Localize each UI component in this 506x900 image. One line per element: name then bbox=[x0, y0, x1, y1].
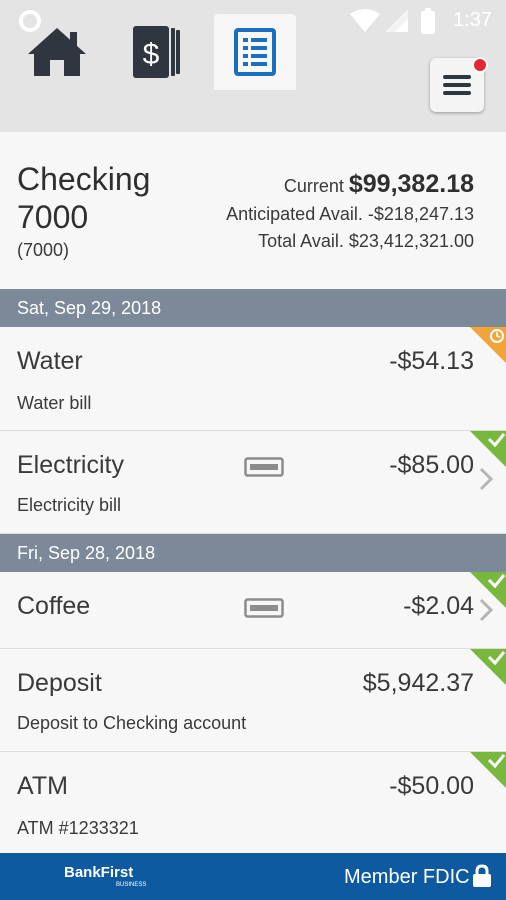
card-icon bbox=[244, 457, 284, 477]
transaction-title: Electricity bbox=[17, 451, 124, 479]
card-icon bbox=[244, 598, 284, 618]
current-balance: Current $99,382.18 bbox=[284, 170, 474, 199]
bank-logo-sub: BUSINESS bbox=[116, 882, 147, 888]
transaction-title: ATM bbox=[17, 772, 68, 800]
transaction-row-deposit[interactable]: Deposit $5,942.37 Deposit to Checking ac… bbox=[0, 649, 506, 752]
cleared-check-icon bbox=[470, 572, 506, 608]
cleared-check-icon bbox=[470, 649, 506, 685]
total-balance: Total Avail. $23,412,321.00 bbox=[258, 231, 474, 251]
transaction-amount: -$85.00 bbox=[389, 451, 474, 479]
transaction-amount: -$2.04 bbox=[403, 592, 474, 620]
notification-badge bbox=[472, 57, 488, 73]
transaction-description: Water bill bbox=[17, 393, 92, 413]
svg-text:$: $ bbox=[143, 38, 160, 71]
transaction-row-water[interactable]: Water -$54.13 Water bill bbox=[0, 327, 506, 431]
cleared-check-icon bbox=[470, 431, 506, 467]
signal-icon bbox=[385, 9, 408, 32]
transaction-title: Coffee bbox=[17, 592, 91, 620]
status-time: 1:37 bbox=[453, 9, 492, 31]
hamburger-menu-icon bbox=[443, 75, 471, 95]
transaction-description: Electricity bill bbox=[17, 495, 122, 515]
transaction-description: ATM #1233321 bbox=[17, 818, 139, 838]
transaction-title: Deposit bbox=[17, 669, 102, 697]
current-balance-label: Current bbox=[283, 176, 344, 196]
current-balance-value: $99,382.18 bbox=[348, 170, 474, 198]
transaction-row-coffee[interactable]: Coffee -$2.04 bbox=[0, 572, 506, 649]
account-number: (7000) bbox=[17, 240, 70, 260]
chevron-right-icon bbox=[479, 467, 493, 491]
statement-icon bbox=[234, 28, 276, 76]
transaction-amount: -$50.00 bbox=[389, 772, 474, 800]
pending-clock-icon bbox=[470, 327, 506, 363]
transaction-description: Deposit to Checking account bbox=[17, 713, 247, 733]
anticipated-balance: Anticipated Avail. -$218,247.13 bbox=[226, 204, 474, 224]
home-icon bbox=[28, 28, 86, 76]
account-name: Checking 7000 bbox=[17, 161, 151, 235]
transaction-title: Water bbox=[17, 347, 83, 375]
bank-logo: BankFirst bbox=[64, 864, 134, 881]
transaction-row-atm[interactable]: ATM -$50.00 ATM #1233321 bbox=[0, 752, 506, 853]
transaction-amount: -$54.13 bbox=[389, 347, 474, 375]
tab-money[interactable]: $ bbox=[115, 14, 197, 90]
date-header: Fri, Sep 28, 2018 bbox=[0, 534, 506, 572]
tab-statement[interactable] bbox=[214, 14, 296, 90]
tab-home[interactable] bbox=[16, 14, 98, 90]
member-fdic: Member FDIC bbox=[344, 866, 470, 888]
dollar-icon: $ bbox=[133, 26, 180, 78]
transaction-amount: $5,942.37 bbox=[362, 669, 474, 697]
battery-icon bbox=[421, 8, 435, 34]
footer: BankFirst BUSINESS Member FDIC bbox=[0, 853, 506, 900]
date-header: Sat, Sep 29, 2018 bbox=[0, 289, 506, 327]
transaction-row-electricity[interactable]: Electricity -$85.00 Electricity bill bbox=[0, 431, 506, 534]
cleared-check-icon bbox=[470, 752, 506, 788]
wifi-icon bbox=[350, 9, 380, 32]
lock-icon bbox=[473, 864, 491, 887]
account-summary: Checking 7000 (7000) Current $99,382.18 … bbox=[0, 132, 506, 289]
